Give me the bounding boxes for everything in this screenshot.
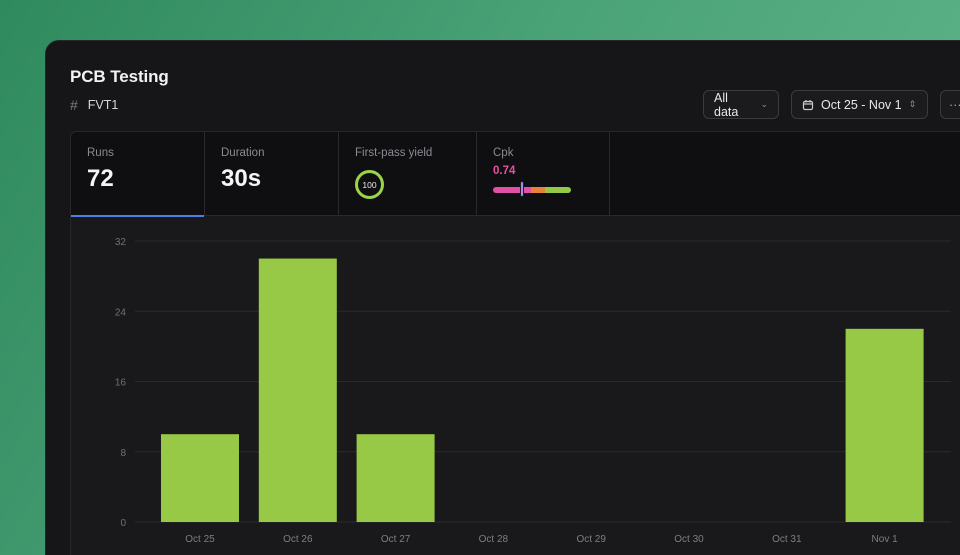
stat-yield[interactable]: First-pass yield 100 <box>339 132 477 216</box>
x-tick-label: Oct 25 <box>185 534 215 545</box>
cpk-gauge-high <box>545 187 571 193</box>
page-title: PCB Testing <box>70 67 169 86</box>
data-filter-dropdown[interactable]: All data ⌄ <box>703 90 779 119</box>
app-window: PCB Testing # FVT1 All data ⌄ Oct 25 - N… <box>45 40 960 555</box>
metrics-panel: Runs 72 Duration 30s First-pass yield 10… <box>70 131 960 555</box>
x-tick-label: Oct 29 <box>576 534 606 545</box>
cpk-gauge-low <box>493 187 531 193</box>
more-options-button[interactable]: ··· <box>940 90 960 119</box>
chart-svg: 0 8 16 24 32 Oct 25 Oct 26 Oct 27 Oct 28 Oct 29 Oc… <box>115 237 951 545</box>
x-tick-label: Oct 27 <box>381 534 411 545</box>
y-tick-label: 24 <box>115 307 127 318</box>
x-tick-label: Nov 1 <box>872 534 899 545</box>
chevron-down-icon: ⌄ <box>760 99 768 109</box>
hash-icon: # <box>70 97 78 113</box>
stat-duration-label: Duration <box>221 147 265 159</box>
cpk-marker <box>520 181 524 197</box>
cpk-gauge <box>493 187 571 193</box>
ellipsis-icon: ··· <box>949 97 960 112</box>
stat-duration[interactable]: Duration 30s <box>205 132 339 216</box>
x-tick-label: Oct 30 <box>674 534 704 545</box>
runs-bar-chart: 0 8 16 24 32 Oct 25 Oct 26 Oct 27 Oct 28 Oct 29 Oc… <box>71 217 960 555</box>
bar-oct-26[interactable] <box>258 258 337 522</box>
stat-cpk-value: 0.74 <box>493 165 516 177</box>
stat-cpk-label: Cpk <box>493 147 514 159</box>
calendar-icon <box>802 99 814 110</box>
stats-row: Runs 72 Duration 30s First-pass yield 10… <box>71 132 960 217</box>
y-tick-label: 8 <box>120 448 126 459</box>
stat-runs-value: 72 <box>87 165 114 192</box>
bar-oct-27[interactable] <box>356 434 435 522</box>
bar-oct-25[interactable] <box>161 434 239 522</box>
bar-nov-1[interactable] <box>845 328 924 522</box>
x-tick-label: Oct 31 <box>772 534 802 545</box>
stat-yield-label: First-pass yield <box>355 147 433 159</box>
date-range-label: Oct 25 - Nov 1 <box>821 97 902 112</box>
x-tick-label: Oct 26 <box>283 534 313 545</box>
yield-ring: 100 <box>355 170 384 199</box>
stat-duration-value: 30s <box>221 165 262 192</box>
y-tick-label: 16 <box>115 378 127 389</box>
stat-cpk[interactable]: Cpk 0.74 <box>477 132 610 216</box>
y-tick-label: 32 <box>115 237 127 248</box>
stat-runs-label: Runs <box>87 147 114 159</box>
date-range-picker[interactable]: Oct 25 - Nov 1 ⇕ <box>791 90 928 119</box>
x-tick-label: Oct 28 <box>479 534 509 545</box>
data-filter-label: All data <box>714 90 739 119</box>
cpk-gauge-mid <box>531 187 545 193</box>
y-tick-label: 0 <box>120 518 126 529</box>
station-name: FVT1 <box>87 98 119 112</box>
chevron-updown-icon: ⇕ <box>908 99 917 109</box>
stat-runs[interactable]: Runs 72 <box>71 132 205 217</box>
breadcrumb: # FVT1 <box>70 97 118 113</box>
